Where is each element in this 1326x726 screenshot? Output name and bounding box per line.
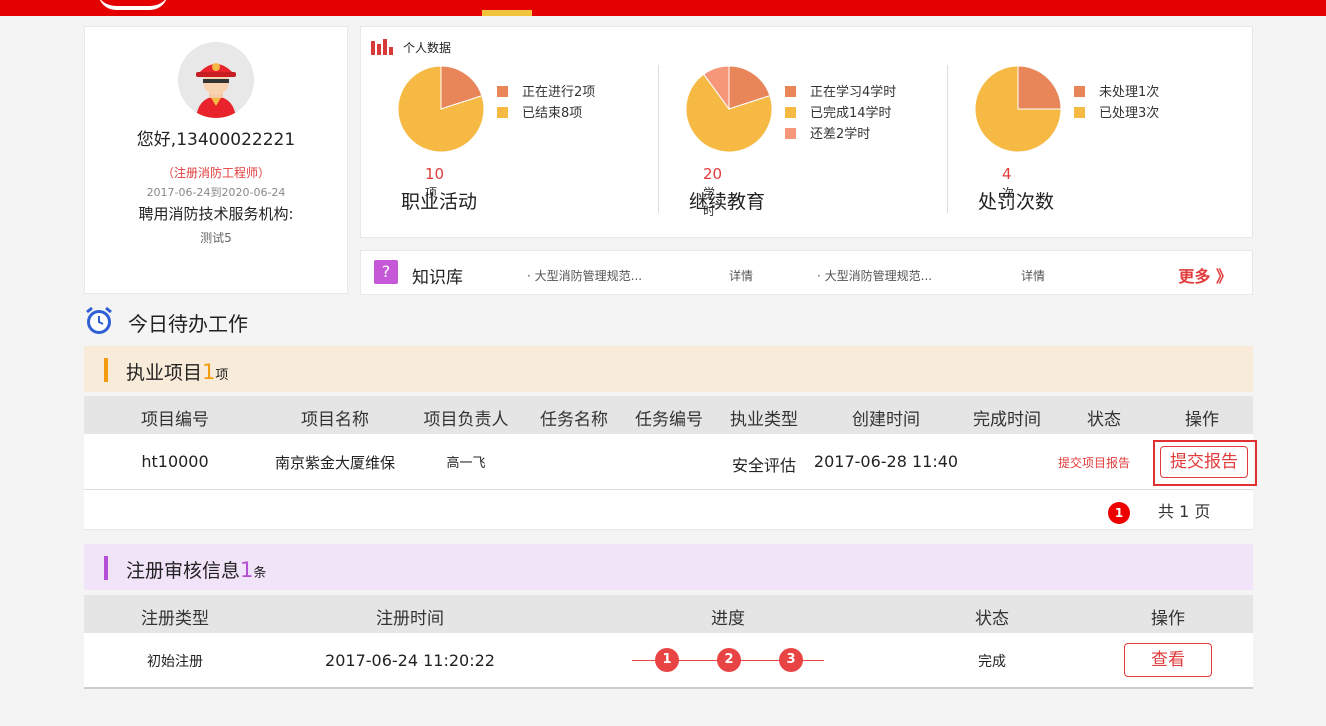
todo-title: 今日待办工作	[128, 312, 248, 336]
table-row: 初始注册 2017-06-24 11:20:22 1 2 3 完成 查看	[84, 633, 1253, 689]
page-number-button[interactable]: 1	[1108, 502, 1130, 524]
active-nav-indicator	[482, 10, 532, 16]
col-header: 项目编号	[141, 410, 209, 430]
col-header: 任务名称	[540, 410, 608, 430]
section-bar	[104, 556, 108, 580]
pie-chart-penalty	[974, 65, 1062, 153]
org-label: 聘用消防技术服务机构:	[138, 205, 294, 223]
legend-item: 已结束8项	[497, 104, 595, 125]
knowledge-base-bar: ? 知识库 · 大型消防管理规范... 详情 · 大型消防管理规范... 详情 …	[360, 250, 1253, 295]
cell-reg-time: 2017-06-24 11:20:22	[325, 651, 495, 670]
submit-project-report-link[interactable]: 提交项目报告	[1058, 454, 1130, 471]
registration-table-header: 注册类型 注册时间 进度 状态 操作	[84, 595, 1253, 633]
col-header: 项目名称	[301, 410, 369, 430]
legend-education: 正在学习4学时 已完成14学时 还差2学时	[785, 83, 896, 146]
cell-type: 安全评估	[731, 456, 797, 475]
legend-item: 已完成14学时	[785, 104, 896, 125]
stats-title-text: 个人数据	[403, 41, 452, 55]
cell-project-name: 南京紫金大厦维保	[274, 454, 396, 472]
more-link[interactable]: 更多 》	[1178, 263, 1232, 287]
col-header: 状态	[1087, 410, 1121, 430]
legend-item: 已处理3次	[1074, 104, 1159, 125]
alarm-clock-icon	[86, 306, 112, 334]
projects-section-header: 执业项目1项	[84, 346, 1253, 392]
stat-label: 继续教育	[689, 191, 766, 213]
cell-created: 2017-06-28 11:40	[813, 452, 959, 471]
top-navbar	[0, 0, 1326, 16]
bar-chart-icon	[371, 39, 395, 58]
cell-manager: 高一飞	[446, 456, 486, 471]
stat-label: 处罚次数	[978, 191, 1055, 213]
col-header: 任务编号	[635, 410, 703, 430]
submit-report-button[interactable]: 提交报告	[1160, 446, 1248, 478]
knowledge-detail-link[interactable]: 详情	[729, 267, 753, 284]
pagination: 1 共 1 页	[84, 490, 1253, 530]
divider	[658, 65, 659, 213]
registration-section-header: 注册审核信息1条	[84, 544, 1253, 590]
legend-item: 未处理1次	[1074, 83, 1159, 104]
progress-step-3: 3	[779, 648, 803, 672]
col-header: 进度	[711, 609, 745, 629]
col-header: 注册时间	[376, 609, 444, 629]
date-range: 2017-06-24到2020-06-24	[146, 186, 286, 199]
knowledge-item-link[interactable]: · 大型消防管理规范...	[527, 267, 642, 284]
logo[interactable]	[98, 0, 168, 10]
pie-chart-education	[685, 65, 773, 153]
col-header: 执业类型	[730, 410, 798, 430]
page-total: 共 1 页	[1158, 502, 1211, 521]
legend-item: 正在进行2项	[497, 83, 595, 104]
legend-activity: 正在进行2项 已结束8项	[497, 83, 595, 125]
knowledge-item-link[interactable]: · 大型消防管理规范...	[817, 267, 932, 284]
stat-label: 职业活动	[401, 191, 478, 213]
cell-project-id: ht10000	[141, 452, 209, 471]
col-header: 完成时间	[973, 410, 1041, 430]
col-header: 项目负责人	[423, 410, 509, 430]
section-bar	[104, 358, 108, 382]
role-label: （注册消防工程师）	[161, 166, 270, 180]
personal-data-card: 个人数据 正在进行2项 已结束8项 10项 职业活动 正在学习4学时 已完成14…	[360, 26, 1253, 238]
knowledge-title: 知识库	[412, 268, 463, 288]
stats-title: 个人数据	[371, 39, 451, 58]
registration-title: 注册审核信息1条	[126, 558, 267, 582]
col-header: 操作	[1151, 609, 1185, 629]
knowledge-detail-link[interactable]: 详情	[1021, 267, 1045, 284]
legend-item: 还差2学时	[785, 125, 896, 146]
legend-item: 正在学习4学时	[785, 83, 896, 104]
cell-reg-status: 完成	[978, 654, 1006, 670]
pie-chart-activity	[397, 65, 485, 153]
progress-step-1: 1	[655, 648, 679, 672]
greeting: 您好,13400022221	[136, 130, 296, 150]
col-header: 创建时间	[852, 410, 920, 430]
org-value: 测试5	[200, 231, 232, 245]
table-row: ht10000 南京紫金大厦维保 高一飞 安全评估 2017-06-28 11:…	[84, 434, 1257, 490]
col-header: 注册类型	[141, 609, 209, 629]
progress-step-2: 2	[717, 648, 741, 672]
pie-slice	[1017, 65, 1062, 110]
projects-table-header: 项目编号 项目名称 项目负责人 任务名称 任务编号 执业类型 创建时间 完成时间…	[84, 396, 1253, 434]
cell-reg-type: 初始注册	[147, 654, 203, 670]
divider	[947, 65, 948, 213]
view-button[interactable]: 查看	[1124, 643, 1212, 677]
question-icon: ?	[374, 260, 398, 284]
col-header: 状态	[975, 609, 1009, 629]
projects-title: 执业项目1项	[126, 360, 229, 384]
legend-penalty: 未处理1次 已处理3次	[1074, 83, 1159, 125]
profile-card: 您好,13400022221 （注册消防工程师） 2017-06-24到2020…	[84, 26, 348, 294]
col-header: 操作	[1185, 410, 1219, 430]
avatar	[178, 42, 254, 118]
